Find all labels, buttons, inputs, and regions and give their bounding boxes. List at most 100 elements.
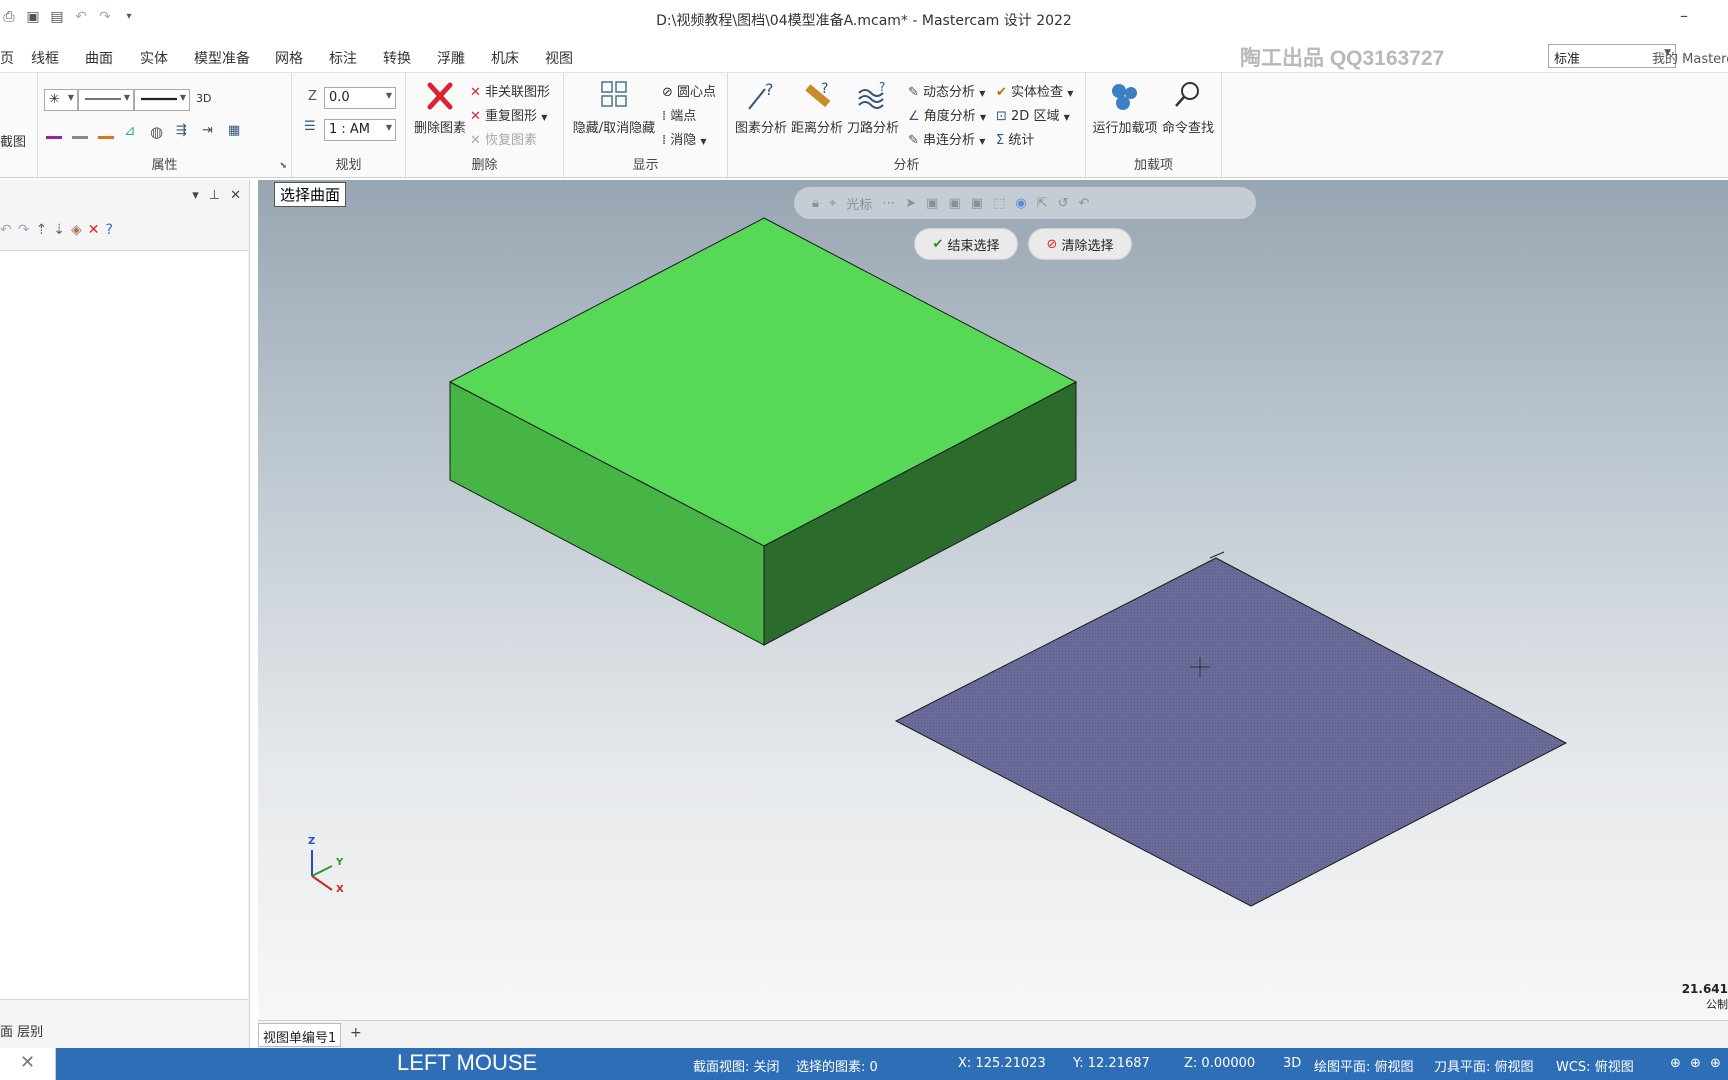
- close-icon[interactable]: ✕: [0, 1048, 56, 1080]
- tab-machine[interactable]: 机床: [491, 48, 519, 68]
- reset-select-icon[interactable]: ↶: [1079, 196, 1090, 211]
- tab-home[interactable]: 页: [0, 48, 14, 68]
- check-circle-icon: ✔: [932, 236, 944, 252]
- x-coordinate[interactable]: X: 125.21023: [958, 1056, 1046, 1071]
- center-point-button[interactable]: ⊘ 圆心点: [662, 81, 716, 100]
- mode-3d-toggle[interactable]: 3D: [1283, 1056, 1301, 1071]
- group-label-analysis: 分析: [893, 158, 920, 173]
- solid-check-button[interactable]: ✔ 实体检查 ▼: [996, 81, 1073, 100]
- select-only-icon[interactable]: ▣: [971, 196, 983, 211]
- blank-button[interactable]: ⁞ 消隐 ▼: [662, 129, 707, 148]
- window-select-icon[interactable]: ⬚: [993, 196, 1005, 211]
- unassociated-geometry-button[interactable]: ✕ 非关联图形: [470, 81, 550, 100]
- dynamic-analysis-button[interactable]: ✎ 动态分析 ▼: [908, 81, 985, 100]
- line-style-select[interactable]: ▼: [78, 89, 134, 111]
- clear-colors-icon[interactable]: ▦: [228, 123, 244, 139]
- z-depth-input[interactable]: 0.0 ▼: [324, 87, 396, 109]
- lock-icon[interactable]: 🔒︎: [812, 196, 819, 211]
- set-main-icon[interactable]: ⇥: [202, 123, 218, 139]
- point-style-select[interactable]: ✳ ▼: [44, 89, 78, 111]
- graphics-viewport[interactable]: Z Y X 选择曲面 🔒︎ ⌖ 光标 ⋯ ➤ ▣ ▣ ▣ ⬚ ◉ ⇱ ↺ ↶ ✔…: [258, 180, 1728, 1020]
- clear-selection-button[interactable]: ⊘ 清除选择: [1028, 228, 1132, 260]
- delete-entities-button[interactable]: 删除图素: [412, 79, 468, 136]
- move-up-icon[interactable]: ⇡: [35, 222, 47, 238]
- wcs-status[interactable]: WCS: 俯视图: [1556, 1056, 1634, 1075]
- regen-icon[interactable]: ◈: [71, 222, 82, 238]
- panel-menu-icon[interactable]: ▾: [192, 188, 199, 203]
- add-viewsheet-button[interactable]: +: [350, 1025, 362, 1041]
- material-icon[interactable]: ◍: [150, 123, 166, 141]
- z-coordinate[interactable]: Z: 0.00000: [1184, 1056, 1255, 1071]
- tab-wireframe[interactable]: 线框: [31, 48, 59, 68]
- level-select[interactable]: 1 : AM ▼: [324, 119, 396, 141]
- delete-icon[interactable]: ✕: [88, 222, 100, 238]
- screenshot-button[interactable]: 截图: [0, 131, 26, 150]
- redo-icon[interactable]: ↷: [18, 222, 30, 238]
- undo-icon[interactable]: ↶: [0, 222, 12, 238]
- globe-icon-3[interactable]: ⊕: [1710, 1056, 1721, 1071]
- angle-analysis-button[interactable]: ∠ 角度分析 ▼: [908, 105, 986, 124]
- area-2d-button[interactable]: ⊡ 2D 区域 ▼: [996, 105, 1070, 124]
- cursor-mode-label[interactable]: 光标: [846, 194, 872, 213]
- model-scene[interactable]: [258, 180, 1728, 1020]
- wireframe-color-icon[interactable]: [46, 123, 62, 139]
- solid-color-icon[interactable]: [72, 123, 88, 139]
- pin-icon[interactable]: ⊥: [209, 188, 220, 203]
- help-icon[interactable]: ?: [105, 222, 112, 238]
- entity-analysis-button[interactable]: ? 图素分析: [734, 79, 788, 136]
- end-selection-button[interactable]: ✔ 结束选择: [914, 228, 1018, 260]
- construction-plane-status[interactable]: 绘图平面: 俯视图: [1314, 1056, 1414, 1075]
- chain-analysis-button[interactable]: ✎ 串连分析 ▼: [908, 129, 985, 148]
- tool-plane-status[interactable]: 刀具平面: 俯视图: [1434, 1056, 1534, 1075]
- hide-unhide-button[interactable]: 隐藏/取消隐藏: [570, 79, 658, 136]
- history-list[interactable]: [0, 250, 248, 1000]
- close-icon[interactable]: ✕: [230, 188, 241, 203]
- chain-icon: ✎: [908, 133, 924, 148]
- move-down-icon[interactable]: ⇣: [53, 222, 65, 238]
- tab-mesh[interactable]: 网格: [275, 48, 303, 68]
- distance-analysis-button[interactable]: ? 距离分析: [790, 79, 844, 136]
- chain-select-icon[interactable]: ↺: [1058, 196, 1069, 211]
- select-all-icon[interactable]: ▣: [948, 196, 960, 211]
- tab-view[interactable]: 视图: [545, 48, 573, 68]
- search-icon: [1175, 82, 1199, 107]
- my-mastercam-link[interactable]: 我的 Masterc: [1652, 48, 1728, 67]
- tab-relief[interactable]: 浮雕: [437, 48, 465, 68]
- autocursor-icon[interactable]: ⋯: [882, 196, 895, 211]
- cursor-mode-icon[interactable]: ⌖: [829, 196, 836, 211]
- mask-icon[interactable]: ◉: [1015, 196, 1026, 211]
- dialog-launcher-icon[interactable]: ⬊: [279, 161, 287, 171]
- tab-surfaces[interactable]: 曲面: [85, 48, 113, 68]
- select-verify-icon[interactable]: ▣: [926, 196, 938, 211]
- globe-icon-2[interactable]: ⊕: [1690, 1056, 1701, 1071]
- point-icon[interactable]: ⊿: [124, 123, 140, 139]
- panel-tabs[interactable]: 面 层别: [0, 1021, 43, 1040]
- globe-icon[interactable]: ⊕: [1670, 1056, 1681, 1071]
- solid-check-icon: ✔: [996, 85, 1012, 100]
- tab-transform[interactable]: 转换: [383, 48, 411, 68]
- select-arrow-icon[interactable]: ➤: [905, 196, 916, 211]
- duplicate-geometry-button[interactable]: ✕ 重复图形 ▼: [470, 105, 547, 124]
- ribbon-tabs: 页 线框 曲面 实体 模型准备 网格 标注 转换 浮雕 机床 视图 陶工出品 Q…: [0, 42, 1728, 72]
- restore-entities-button[interactable]: ✕ 恢复图素: [470, 129, 537, 148]
- command-finder-label: 命令查找: [1161, 121, 1214, 136]
- command-finder-button[interactable]: 命令查找: [1160, 79, 1216, 136]
- tab-annotate[interactable]: 标注: [329, 48, 357, 68]
- tab-solids[interactable]: 实体: [140, 48, 168, 68]
- chevron-down-icon: ▼: [385, 123, 392, 132]
- line-width-select[interactable]: ▼: [134, 89, 190, 111]
- tab-model-prep[interactable]: 模型准备: [194, 48, 250, 68]
- viewsheet-tab[interactable]: 视图单编号1: [258, 1023, 342, 1047]
- y-coordinate[interactable]: Y: 12.21687: [1073, 1056, 1150, 1071]
- surface-color-icon[interactable]: [98, 123, 114, 139]
- toolpath-analysis-button[interactable]: ? 刀路分析: [846, 79, 900, 136]
- flat-surface[interactable]: [894, 557, 1568, 907]
- minimize-button[interactable]: –: [1680, 6, 1688, 25]
- section-view-status[interactable]: 截面视图: 关闭: [693, 1056, 780, 1075]
- single-select-icon[interactable]: ⇱: [1037, 196, 1048, 211]
- endpoints-button[interactable]: ⁞ 端点: [662, 105, 696, 124]
- run-addin-button[interactable]: 运行加载项: [1092, 79, 1158, 136]
- 3d-mode-toggle[interactable]: 3D: [196, 92, 211, 105]
- set-all-icon[interactable]: ⇶: [176, 123, 192, 139]
- statistics-button[interactable]: Σ 统计: [996, 129, 1034, 148]
